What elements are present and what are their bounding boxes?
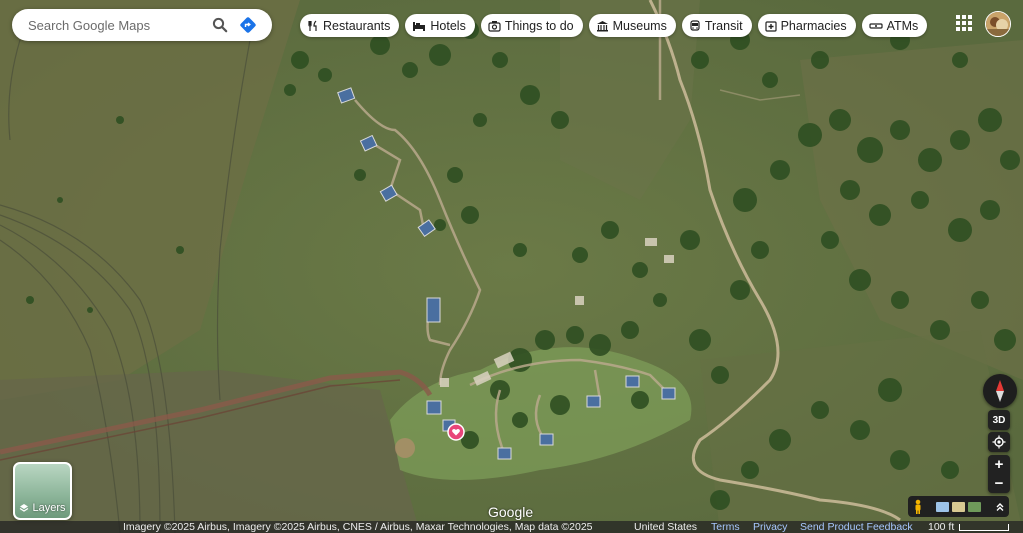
camera-icon <box>488 20 501 32</box>
chip-label: Things to do <box>504 18 574 33</box>
my-location-icon <box>992 435 1006 449</box>
imagery-thumb[interactable] <box>936 501 949 512</box>
category-chips: Restaurants Hotels Things to do Museums … <box>300 14 928 37</box>
google-logo: Google <box>488 504 534 520</box>
layers-label: Layers <box>32 502 66 514</box>
scale-bar <box>959 524 1009 531</box>
chip-transit[interactable]: Transit <box>681 14 752 37</box>
search-icon[interactable] <box>206 11 234 39</box>
chip-museums[interactable]: Museums <box>588 14 676 37</box>
search-input[interactable] <box>26 16 206 34</box>
place-pin[interactable] <box>447 423 465 441</box>
avatar[interactable] <box>985 11 1011 37</box>
terms-link[interactable]: Terms <box>711 521 740 533</box>
apps-grid-icon[interactable] <box>955 14 973 32</box>
chip-label: Hotels <box>430 18 466 33</box>
zoom-controls: + − <box>988 455 1010 493</box>
map-footer: Imagery ©2025 Airbus, Imagery ©2025 Airb… <box>0 521 1023 533</box>
atm-icon <box>868 22 883 29</box>
bed-icon <box>413 21 426 31</box>
pharmacy-icon <box>764 20 777 32</box>
zoom-in-button[interactable]: + <box>988 455 1010 474</box>
chip-atms[interactable]: ATMs <box>861 14 928 37</box>
chip-label: Pharmacies <box>780 18 847 33</box>
compass-button[interactable] <box>983 374 1017 408</box>
privacy-link[interactable]: Privacy <box>753 521 787 533</box>
imagery-bar <box>908 496 1009 517</box>
tilt-3d-button[interactable]: 3D <box>988 410 1010 430</box>
satellite-map[interactable] <box>0 0 1023 533</box>
pegman-icon[interactable] <box>912 499 924 515</box>
imagery-attribution: Imagery ©2025 Airbus, Imagery ©2025 Airb… <box>123 521 593 533</box>
search-box[interactable] <box>12 9 272 41</box>
chip-restaurants[interactable]: Restaurants <box>300 14 400 37</box>
my-location-button[interactable] <box>988 432 1010 452</box>
zoom-out-button[interactable]: − <box>988 474 1010 493</box>
chip-label: Transit <box>704 18 743 33</box>
imagery-thumb[interactable] <box>968 501 981 512</box>
museum-icon <box>596 20 608 31</box>
expand-up-icon[interactable] <box>995 502 1005 512</box>
layers-icon <box>20 504 29 512</box>
chip-label: Restaurants <box>323 18 391 33</box>
fork-knife-icon <box>308 20 317 31</box>
country-label: United States <box>634 521 698 533</box>
layers-button[interactable]: Layers <box>13 462 72 520</box>
chip-label: ATMs <box>886 18 919 33</box>
chip-hotels[interactable]: Hotels <box>405 14 475 37</box>
scale-label: 100 ft <box>928 521 955 533</box>
chip-label: Museums <box>612 18 667 33</box>
imagery-thumb[interactable] <box>952 501 965 512</box>
feedback-link[interactable]: Send Product Feedback <box>800 521 913 533</box>
chip-pharmacies[interactable]: Pharmacies <box>757 14 856 37</box>
chip-things-to-do[interactable]: Things to do <box>480 14 583 37</box>
directions-icon[interactable] <box>234 11 262 39</box>
compass-icon <box>996 380 1004 402</box>
bus-icon <box>690 19 700 31</box>
